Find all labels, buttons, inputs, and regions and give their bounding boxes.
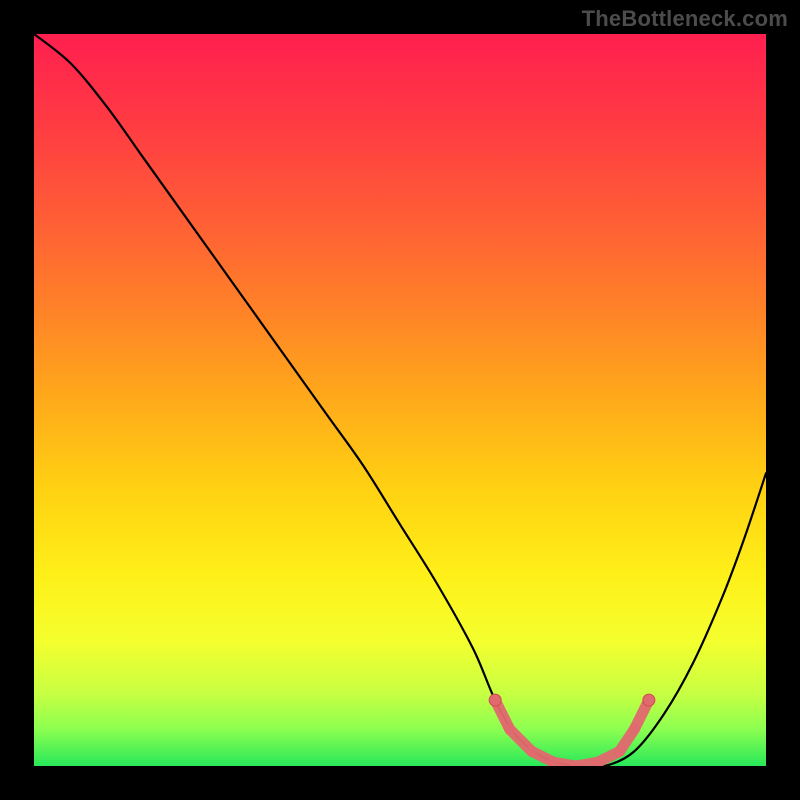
chart-frame: TheBottleneck.com (0, 0, 800, 800)
bottleneck-chart (34, 34, 766, 766)
gradient-bg (34, 34, 766, 766)
plot-area (34, 34, 766, 766)
watermark-text: TheBottleneck.com (582, 6, 788, 32)
